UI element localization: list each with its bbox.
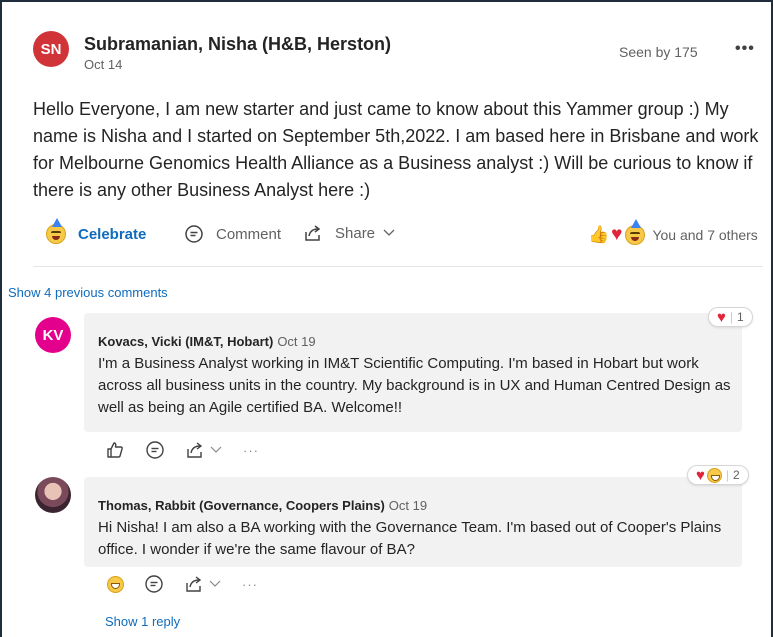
celebrate-label: Celebrate <box>78 225 147 243</box>
more-options-icon[interactable]: ••• <box>735 40 755 58</box>
comment-reaction-pill[interactable]: ♥ | 1 <box>708 307 753 327</box>
heart-icon: ♥ <box>717 308 726 326</box>
comment-actions: ··· <box>105 440 259 460</box>
comment-bubble: Kovacs, Vicki (IM&T, Hobart) Oct 19 I'm a… <box>84 313 742 432</box>
post-card: SN Subramanian, Nisha (H&B, Herston) Oct… <box>0 0 773 637</box>
post-date[interactable]: Oct 14 <box>84 57 122 72</box>
show-previous-comments-link[interactable]: Show 4 previous comments <box>8 285 168 300</box>
comment-bubble: Thomas, Rabbit (Governance, Coopers Plai… <box>84 477 742 567</box>
reaction-summary[interactable]: 👍 ♥ You and 7 others <box>588 219 758 246</box>
comment-author[interactable]: Kovacs, Vicki (IM&T, Hobart) Oct 19 <box>98 334 316 349</box>
comment-icon <box>185 225 203 243</box>
heart-reaction-icon: ♥ <box>611 224 623 245</box>
thumbs-up-icon <box>107 442 123 458</box>
comment-text: I'm a Business Analyst working in IM&T S… <box>98 355 731 416</box>
comment-date[interactable]: Oct 19 <box>389 498 427 513</box>
like-reaction-icon: 👍 <box>588 225 610 244</box>
reaction-count: 2 <box>733 468 740 482</box>
seen-by-count[interactable]: Seen by 175 <box>619 44 698 60</box>
comment-button[interactable]: Comment <box>184 224 281 244</box>
comment-icon <box>145 575 163 593</box>
share-icon <box>186 576 202 592</box>
share-icon <box>305 225 321 241</box>
comment-actions: ··· <box>105 574 258 594</box>
comment-author-name[interactable]: Kovacs, Vicki (IM&T, Hobart) <box>98 334 273 349</box>
more-options-icon[interactable]: ··· <box>243 443 259 458</box>
chevron-down-icon[interactable] <box>208 579 222 589</box>
comment-icon <box>146 441 164 459</box>
comment-label: Comment <box>216 225 282 243</box>
commenter-avatar[interactable] <box>35 477 71 513</box>
share-button[interactable]: Share <box>303 224 396 242</box>
post-body: Hello Everyone, I am new starter and jus… <box>33 99 759 200</box>
react-button[interactable] <box>105 575 124 593</box>
like-button[interactable] <box>105 440 125 460</box>
chevron-down-icon[interactable] <box>382 228 396 238</box>
celebrate-icon <box>46 218 66 244</box>
grin-icon <box>706 467 722 483</box>
divider <box>33 266 763 267</box>
author-avatar[interactable]: SN <box>33 31 69 67</box>
share-icon <box>187 442 203 458</box>
grin-icon <box>107 575 124 593</box>
show-reply-link[interactable]: Show 1 reply <box>105 614 180 629</box>
heart-icon: ♥ <box>696 466 705 484</box>
comment-text: Hi Nisha! I am also a BA working with th… <box>98 519 722 558</box>
celebrate-reaction-icon <box>625 219 646 245</box>
comment-reaction-pill[interactable]: ♥ | 2 <box>687 465 749 485</box>
celebrate-button[interactable]: Celebrate <box>46 218 147 244</box>
comment-date[interactable]: Oct 19 <box>277 334 315 349</box>
share-button[interactable] <box>184 575 222 593</box>
post-author-name[interactable]: Subramanian, Nisha (H&B, Herston) <box>84 34 391 55</box>
reply-button[interactable] <box>144 574 164 594</box>
comment-author-name[interactable]: Thomas, Rabbit (Governance, Coopers Plai… <box>98 498 385 513</box>
chevron-down-icon[interactable] <box>209 445 223 455</box>
share-button[interactable] <box>185 441 223 459</box>
commenter-avatar[interactable]: KV <box>35 317 71 353</box>
more-options-icon[interactable]: ··· <box>242 577 258 592</box>
share-label: Share <box>335 224 376 242</box>
comment-author[interactable]: Thomas, Rabbit (Governance, Coopers Plai… <box>98 498 427 513</box>
reaction-summary-text: You and 7 others <box>652 227 758 243</box>
reaction-count: 1 <box>737 310 744 324</box>
reply-button[interactable] <box>145 440 165 460</box>
